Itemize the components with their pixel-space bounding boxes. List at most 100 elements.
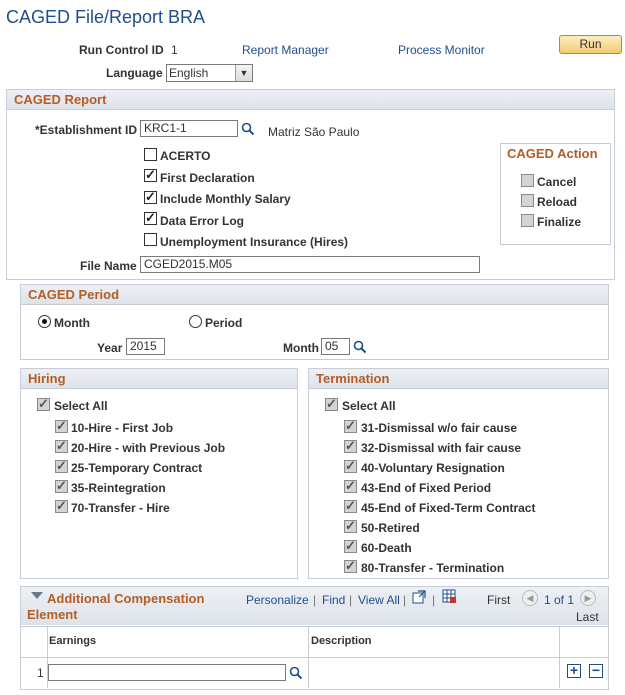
data-error-log-checkbox[interactable] (144, 210, 157, 226)
termination-item-checkbox[interactable] (344, 498, 357, 514)
file-name-label: File Name (80, 259, 137, 273)
termination-item-checkbox[interactable] (344, 518, 357, 534)
month-radio-label: Month (54, 316, 90, 330)
finalize-checkbox[interactable] (521, 214, 534, 227)
hiring-item-label: 25-Temporary Contract (71, 461, 203, 475)
termination-item-checkbox[interactable] (344, 418, 357, 434)
termination-header: Termination (309, 369, 608, 389)
establishment-input[interactable]: KRC1-1 (140, 120, 238, 137)
reload-checkbox[interactable] (521, 194, 534, 207)
earnings-lookup-icon[interactable] (289, 666, 303, 680)
termination-item-checkbox[interactable] (344, 558, 357, 574)
row-range: 1 of 1 (544, 593, 575, 607)
file-name-input[interactable]: CGED2015.M05 (140, 256, 480, 273)
compensation-title-line2: Element (27, 607, 78, 622)
earnings-input[interactable] (48, 664, 286, 681)
first-declaration-checkbox[interactable] (144, 167, 157, 183)
download-excel-icon[interactable] (442, 589, 456, 603)
run-control-label: Run Control ID (79, 43, 164, 57)
termination-item-checkbox[interactable] (344, 438, 357, 454)
termination-item-checkbox[interactable] (344, 478, 357, 494)
language-label: Language (106, 66, 163, 80)
termination-item-label: 50-Retired (361, 521, 420, 535)
unemployment-insurance-checkbox[interactable] (144, 233, 157, 246)
separator: | (403, 593, 407, 607)
month-label: Month (283, 341, 319, 355)
period-radio-label: Period (205, 316, 243, 330)
establishment-description: Matriz São Paulo (268, 125, 360, 139)
earnings-column-header[interactable]: Earnings (49, 635, 96, 647)
report-manager-link[interactable]: Report Manager (242, 43, 329, 57)
hiring-item-checkbox[interactable] (55, 458, 68, 474)
separator: | (313, 593, 317, 607)
hiring-item-label: 70-Transfer - Hire (71, 501, 170, 515)
include-monthly-salary-label: Include Monthly Salary (160, 192, 291, 206)
month-lookup-icon[interactable] (353, 340, 367, 354)
finalize-label: Finalize (537, 215, 582, 229)
first-declaration-label: First Declaration (160, 171, 255, 185)
caged-action-group: CAGED Action (500, 143, 611, 245)
termination-item-checkbox[interactable] (344, 538, 357, 554)
year-input[interactable]: 2015 (126, 338, 165, 355)
hiring-item-label: 20-Hire - with Previous Job (71, 441, 226, 455)
personalize-link[interactable]: Personalize (246, 593, 309, 607)
establishment-label: *Establishment ID (35, 123, 138, 137)
unemployment-insurance-label: Unemployment Insurance (Hires) (160, 235, 349, 249)
run-control-value: 1 (171, 43, 178, 57)
next-icon[interactable]: ▶ (580, 590, 596, 606)
month-radio[interactable] (38, 315, 51, 328)
run-button[interactable]: Run (559, 35, 622, 54)
collapse-icon[interactable] (31, 592, 43, 599)
page-title: CAGED File/Report BRA (6, 7, 206, 27)
year-label: Year (97, 341, 123, 355)
acerto-checkbox[interactable] (144, 148, 157, 161)
caged-report-header: CAGED Report (7, 90, 614, 110)
termination-item-label: 45-End of Fixed-Term Contract (361, 501, 536, 515)
termination-select-all-label: Select All (342, 399, 396, 413)
period-radio[interactable] (189, 315, 202, 328)
caged-period-header: CAGED Period (21, 285, 608, 305)
termination-item-label: 40-Voluntary Resignation (361, 461, 505, 475)
first-label: First (487, 593, 511, 607)
description-column-header[interactable]: Description (311, 635, 372, 647)
hiring-select-all-label: Select All (54, 399, 108, 413)
acerto-label: ACERTO (160, 149, 211, 163)
termination-item-label: 43-End of Fixed Period (361, 481, 492, 495)
hiring-select-all-checkbox[interactable] (37, 396, 50, 412)
process-monitor-link[interactable]: Process Monitor (398, 43, 485, 57)
termination-select-all-checkbox[interactable] (325, 396, 338, 412)
hiring-item-checkbox[interactable] (55, 438, 68, 454)
column-divider (308, 626, 309, 688)
compensation-title-line1: Additional Compensation (47, 591, 205, 606)
reload-label: Reload (537, 195, 578, 209)
termination-item-label: 80-Transfer - Termination (361, 561, 505, 575)
hiring-item-checkbox[interactable] (55, 498, 68, 514)
column-divider (559, 626, 560, 688)
last-label: Last (576, 610, 599, 624)
delete-row-icon[interactable]: − (589, 663, 603, 678)
separator: | (349, 593, 353, 607)
lookup-icon[interactable] (241, 122, 255, 136)
caged-action-header: CAGED Action (501, 144, 610, 163)
zoom-grid-icon[interactable] (412, 590, 426, 604)
month-input[interactable]: 05 (321, 338, 350, 355)
add-row-icon[interactable]: + (567, 663, 581, 678)
termination-item-label: 60-Death (361, 541, 412, 555)
row-number: 1 (37, 666, 44, 680)
previous-icon[interactable]: ◀ (522, 590, 538, 606)
termination-item-label: 31-Dismissal w/o fair cause (361, 421, 518, 435)
hiring-item-label: 35-Reintegration (71, 481, 166, 495)
hiring-item-checkbox[interactable] (55, 478, 68, 494)
view-all-link[interactable]: View All (358, 593, 400, 607)
find-link[interactable]: Find (322, 593, 345, 607)
cancel-checkbox[interactable] (521, 174, 534, 187)
hiring-item-label: 10-Hire - First Job (71, 421, 174, 435)
language-select[interactable]: English ▼ (166, 64, 253, 82)
termination-item-checkbox[interactable] (344, 458, 357, 474)
language-value: English (169, 66, 209, 80)
data-error-log-label: Data Error Log (160, 214, 245, 228)
chevron-down-icon[interactable]: ▼ (235, 65, 252, 81)
termination-item-label: 32-Dismissal with fair cause (361, 441, 522, 455)
hiring-item-checkbox[interactable] (55, 418, 68, 434)
include-monthly-salary-checkbox[interactable] (144, 189, 157, 205)
